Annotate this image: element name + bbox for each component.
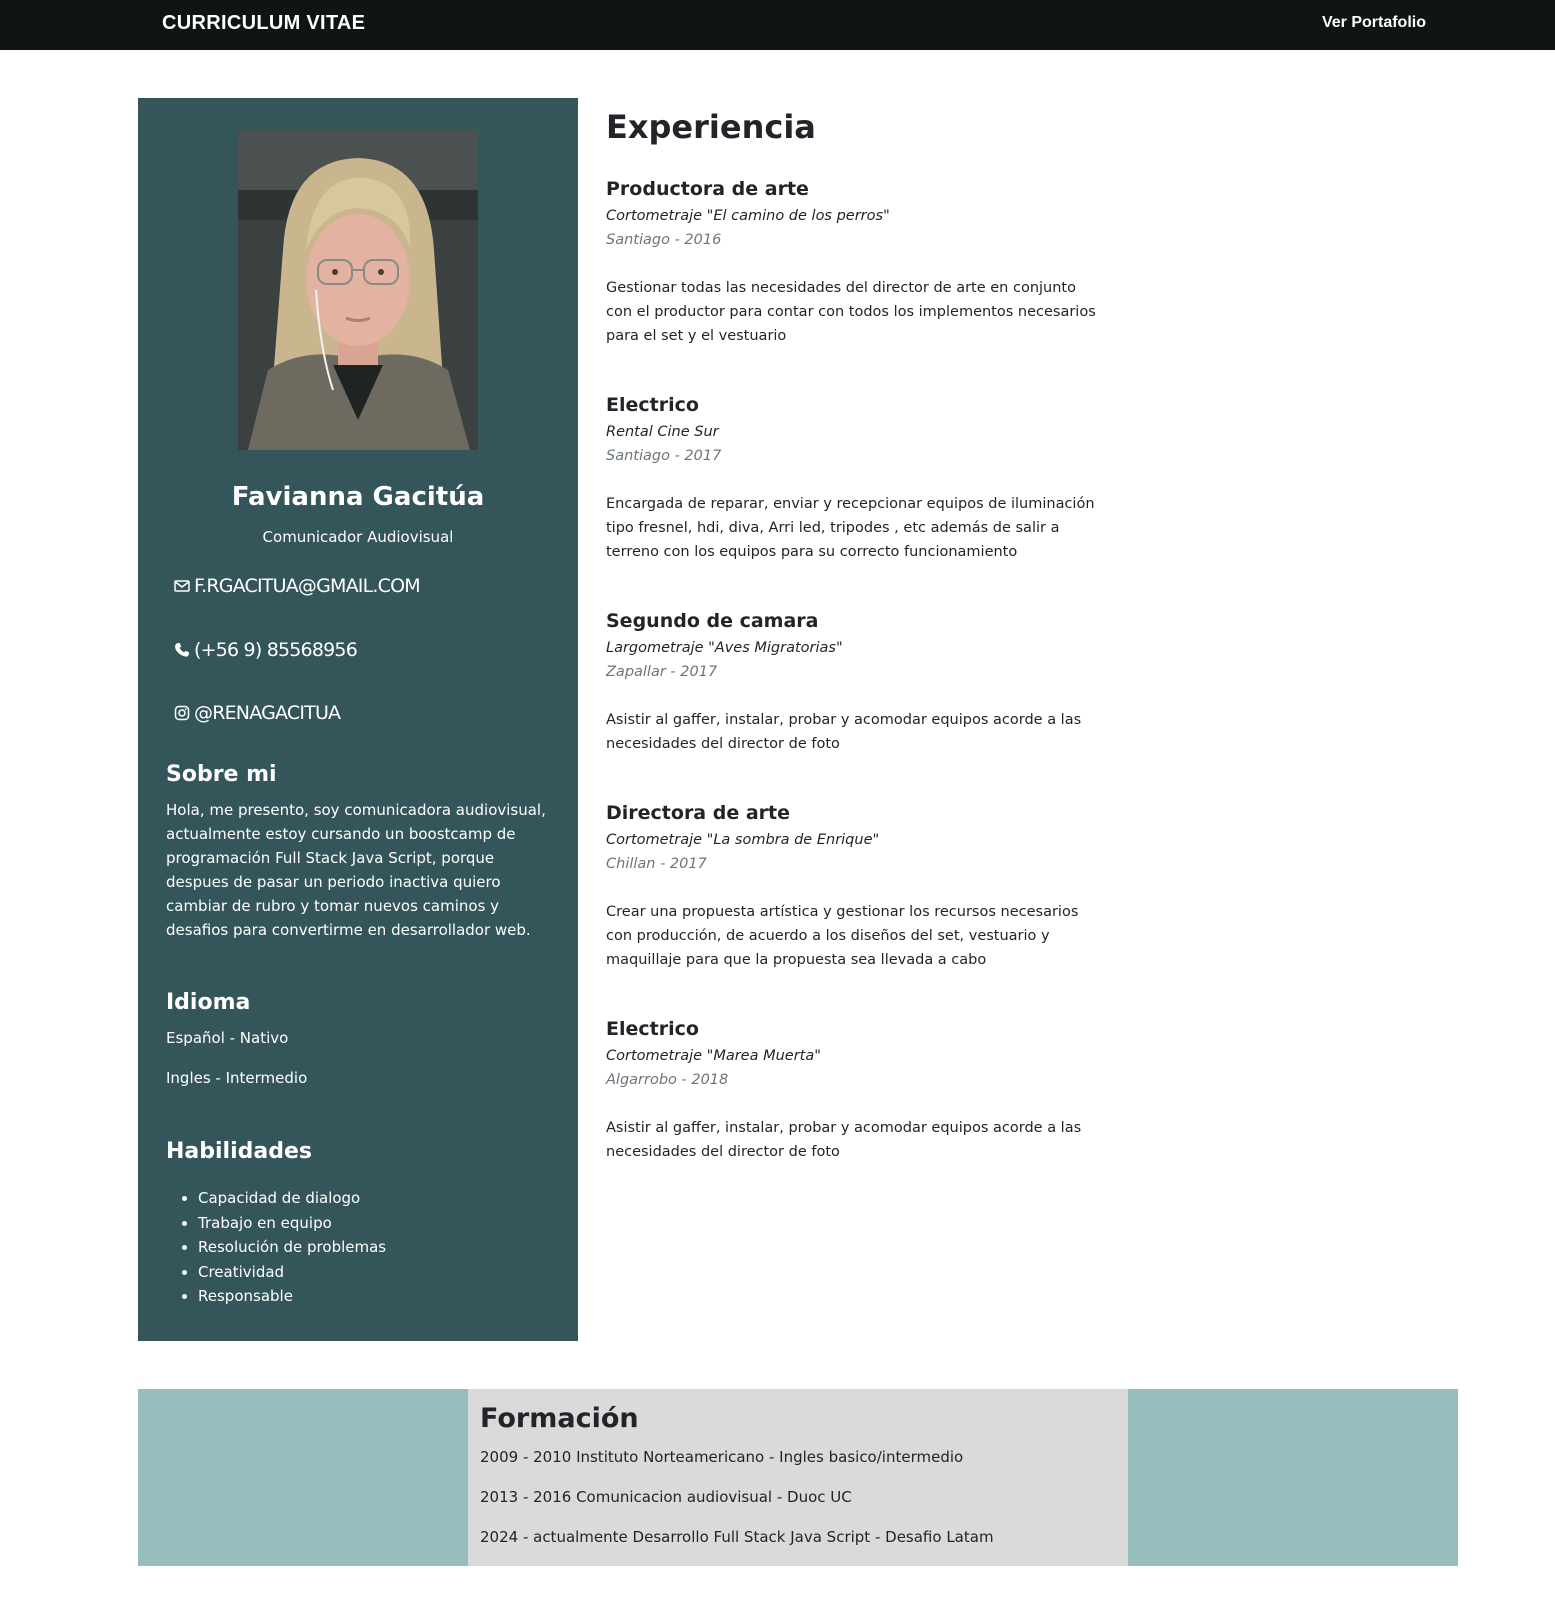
languages-heading: Idioma	[166, 990, 251, 1015]
job-location: Zapallar - 2017	[606, 664, 718, 680]
skills-list: Capacidad de dialogo Trabajo en equipo R…	[166, 1186, 386, 1309]
language-item: Ingles - Intermedio	[166, 1069, 308, 1087]
job-title: Productora de arte	[606, 178, 809, 200]
education-section: Formación 2009 - 2010 Instituto Norteame…	[468, 1389, 1128, 1566]
about-heading: Sobre mi	[166, 762, 277, 787]
job-location: Chillan - 2017	[606, 856, 707, 872]
job-project: Cortometraje "El camino de los perros"	[606, 208, 890, 224]
profile-name: Favianna Gacitúa	[231, 482, 485, 512]
job-description: Encargada de reparar, enviar y recepcion…	[606, 496, 1095, 560]
job-entry: Segundo de camara Largometraje "Aves Mig…	[606, 606, 1106, 756]
education-item: 2009 - 2010 Instituto Norteamericano - I…	[480, 1448, 964, 1466]
job-project: Cortometraje "Marea Muerta"	[606, 1048, 821, 1064]
job-title: Directora de arte	[606, 802, 791, 824]
job-project: Rental Cine Sur	[606, 424, 719, 440]
profile-sidebar: Favianna Gacitúa Comunicador Audiovisual…	[138, 98, 578, 1341]
job-title: Electrico	[606, 394, 699, 416]
about-text: Hola, me presento, soy comunicadora audi…	[166, 801, 546, 939]
email-text[interactable]: F.RGACITUA@GMAIL.COM	[194, 575, 421, 597]
skill-item: Creatividad	[198, 1260, 386, 1285]
education-heading: Formación	[480, 1403, 639, 1434]
job-location: Santiago - 2016	[606, 232, 722, 248]
experience-heading: Experiencia	[606, 108, 816, 146]
job-title: Electrico	[606, 1018, 699, 1040]
skill-item: Resolución de problemas	[198, 1235, 386, 1260]
job-location: Santiago - 2017	[606, 448, 722, 464]
profile-role: Comunicador Audiovisual	[262, 528, 454, 546]
education-item: 2024 - actualmente Desarrollo Full Stack…	[480, 1528, 994, 1546]
education-band: Formación 2009 - 2010 Instituto Norteame…	[138, 1389, 1458, 1566]
job-entry: Electrico Rental Cine Sur Santiago - 201…	[606, 390, 1106, 564]
skill-item: Trabajo en equipo	[198, 1211, 386, 1236]
job-description: Crear una propuesta artística y gestiona…	[606, 904, 1079, 968]
job-title: Segundo de camara	[606, 610, 819, 632]
education-item: 2013 - 2016 Comunicacion audiovisual - D…	[480, 1488, 852, 1506]
navbar: CURRICULUM VITAE Ver Portafolio	[0, 0, 1555, 50]
skill-item: Responsable	[198, 1284, 386, 1309]
job-description: Asistir al gaffer, instalar, probar y ac…	[606, 712, 1082, 752]
job-project: Largometraje "Aves Migratorias"	[606, 640, 843, 656]
language-item: Español - Nativo	[166, 1029, 289, 1047]
brand-title[interactable]: CURRICULUM VITAE	[162, 12, 365, 35]
portfolio-link[interactable]: Ver Portafolio	[1322, 14, 1426, 32]
profile-photo	[238, 130, 478, 450]
instagram-text[interactable]: @RENAGACITUA	[194, 702, 341, 724]
skill-item: Capacidad de dialogo	[198, 1186, 386, 1211]
job-project: Cortometraje "La sombra de Enrique"	[606, 832, 880, 848]
envelope-icon	[174, 580, 190, 592]
job-description: Gestionar todas las necesidades del dire…	[606, 280, 1096, 344]
job-entry: Directora de arte Cortometraje "La sombr…	[606, 798, 1106, 972]
skills-heading: Habilidades	[166, 1139, 312, 1164]
phone-contact[interactable]: (+56 9) 85568956	[174, 638, 358, 662]
phone-icon	[175, 643, 189, 657]
instagram-contact[interactable]: @RENAGACITUA	[174, 701, 341, 725]
job-entry: Productora de arte Cortometraje "El cami…	[606, 174, 1106, 348]
job-entry: Electrico Cortometraje "Marea Muerta" Al…	[606, 1014, 1106, 1164]
email-contact[interactable]: F.RGACITUA@GMAIL.COM	[174, 574, 421, 598]
job-location: Algarrobo - 2018	[606, 1072, 729, 1088]
instagram-icon	[174, 705, 190, 721]
job-description: Asistir al gaffer, instalar, probar y ac…	[606, 1120, 1082, 1160]
phone-text[interactable]: (+56 9) 85568956	[194, 639, 358, 661]
